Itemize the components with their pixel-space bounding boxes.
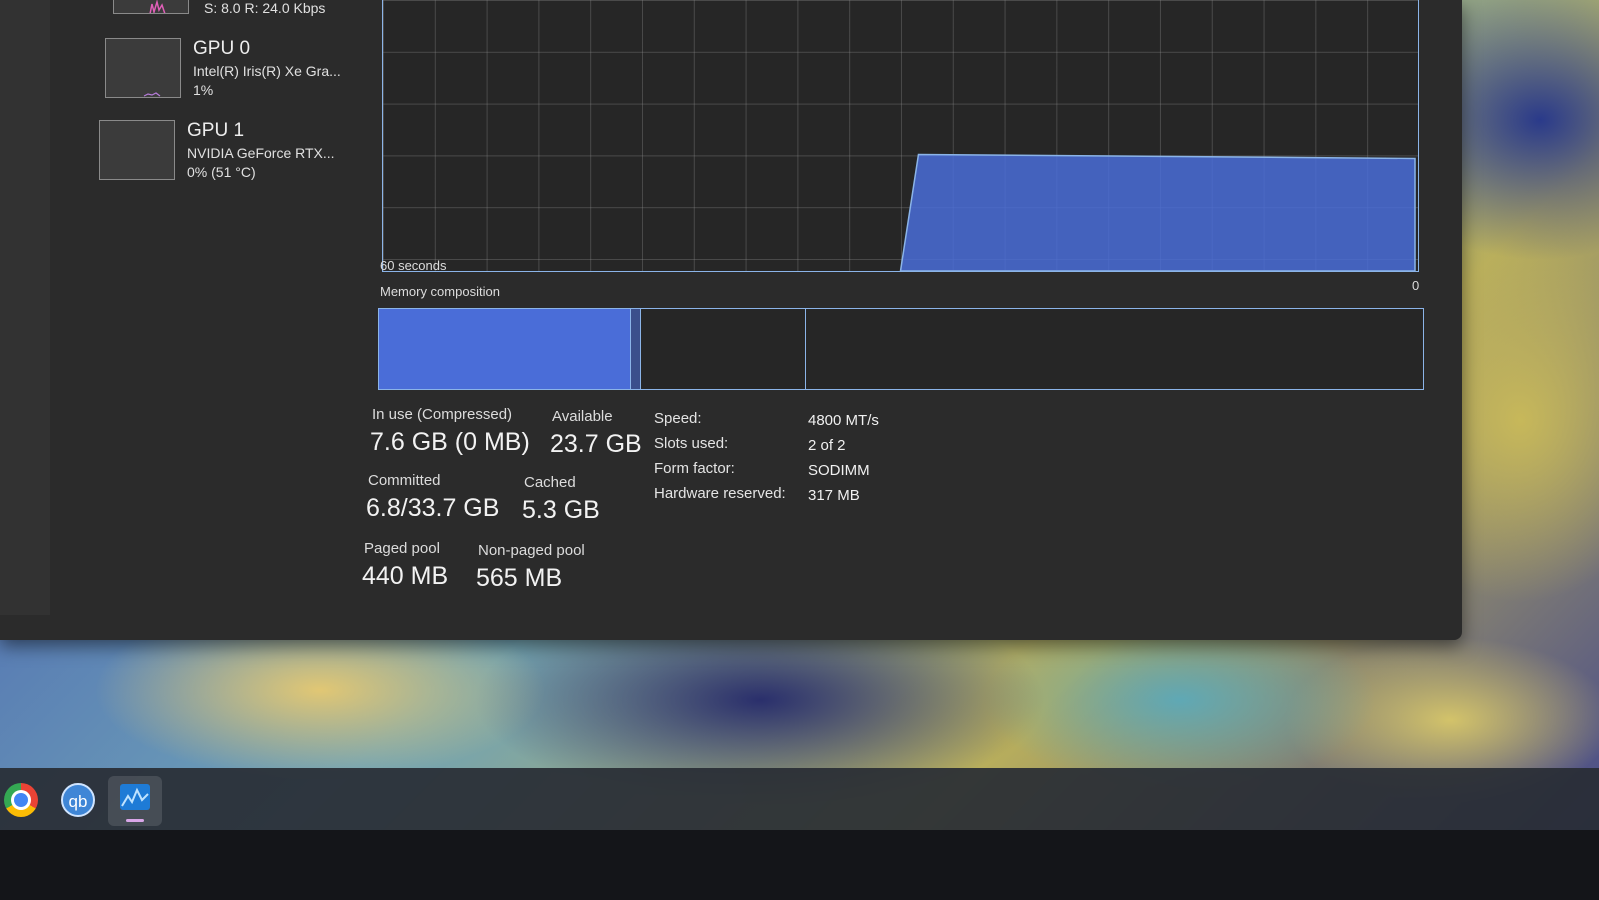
active-indicator: [126, 819, 144, 822]
taskbar: qb: [0, 768, 1599, 830]
memory-usage-area: [899, 153, 1416, 271]
gpu0-title: GPU 0: [193, 38, 251, 59]
gpu1-thumbnail: [99, 120, 175, 180]
gpu0-thumbnail: [105, 38, 181, 98]
committed-label: Committed: [368, 472, 441, 489]
gpu1-title: GPU 1: [187, 120, 245, 141]
task-manager-taskbar-button[interactable]: [108, 776, 162, 826]
gpu1-model: NVIDIA GeForce RTX...: [187, 145, 335, 161]
slots-used-value: 2 of 2: [808, 437, 846, 454]
paged-pool-label: Paged pool: [364, 540, 440, 557]
gpu0-sparkline: [143, 92, 161, 97]
in-use-label: In use (Compressed): [372, 406, 513, 423]
gpu1-usage: 0% (51 °C): [187, 164, 256, 180]
memory-composition-label: Memory composition: [380, 284, 500, 299]
paged-pool-value: 440 MB: [362, 562, 449, 590]
composition-standby: [641, 309, 806, 389]
nav-strip: [0, 0, 50, 615]
network-sparkline: [149, 0, 166, 13]
cached-value: 5.3 GB: [522, 496, 600, 524]
sidebar-item-gpu0[interactable]: GPU 0 Intel(R) Iris(R) Xe Gra... 1%: [105, 38, 365, 108]
task-manager-icon: [120, 784, 150, 810]
graph-time-label: 60 seconds: [380, 258, 447, 273]
speed-value: 4800 MT/s: [808, 412, 879, 429]
memory-usage-plot: [899, 153, 1416, 271]
hardware-reserved-label: Hardware reserved:: [654, 485, 786, 502]
available-value: 23.7 GB: [550, 430, 642, 458]
committed-value: 6.8/33.7 GB: [366, 494, 500, 522]
speed-label: Speed:: [654, 410, 702, 427]
composition-in-use: [379, 309, 631, 389]
slots-used-label: Slots used:: [654, 435, 729, 452]
qbittorrent-icon[interactable]: qb: [61, 783, 95, 817]
composition-modified: [631, 309, 641, 389]
available-label: Available: [552, 408, 613, 425]
gpu0-usage: 1%: [193, 82, 214, 98]
composition-free: [806, 309, 1423, 389]
task-manager-window: S: 8.0 R: 24.0 Kbps GPU 0 Intel(R) Iris(…: [0, 0, 1462, 640]
memory-usage-graph: [382, 0, 1419, 272]
form-factor-value: SODIMM: [808, 462, 870, 479]
form-factor-label: Form factor:: [654, 460, 735, 477]
network-throughput: S: 8.0 R: 24.0 Kbps: [204, 0, 326, 16]
non-paged-pool-label: Non-paged pool: [478, 542, 585, 559]
cached-label: Cached: [524, 474, 576, 491]
sidebar-item-gpu1[interactable]: GPU 1 NVIDIA GeForce RTX... 0% (51 °C): [99, 120, 359, 190]
chrome-icon[interactable]: [4, 783, 38, 817]
non-paged-pool-value: 565 MB: [476, 564, 563, 592]
screen-bezel: [0, 830, 1599, 900]
gpu0-model: Intel(R) Iris(R) Xe Gra...: [193, 63, 341, 79]
memory-composition-bar: [378, 308, 1424, 390]
network-thumbnail: [113, 0, 189, 14]
in-use-value: 7.6 GB (0 MB): [370, 428, 530, 456]
graph-zero-label: 0: [1412, 278, 1420, 293]
hardware-reserved-value: 317 MB: [808, 487, 860, 504]
